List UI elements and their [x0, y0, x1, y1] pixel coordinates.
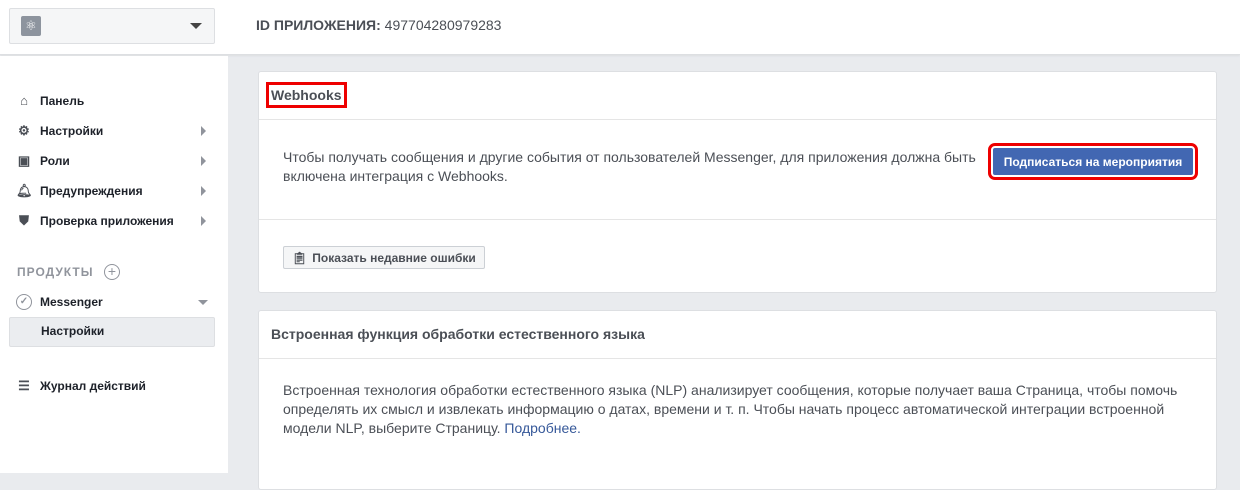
- divider: [259, 219, 1216, 220]
- gear-icon: ⚙: [18, 123, 30, 138]
- card-header: Встроенная функция обработки естественно…: [259, 311, 1216, 359]
- webhooks-title: Webhooks: [266, 82, 347, 108]
- label: Настройки: [40, 124, 104, 138]
- top-bar: ⚛ ID ПРИЛОЖЕНИЯ: 497704280979283: [0, 0, 1240, 55]
- sidebar-item-activity-log[interactable]: ☰ Журнал действий: [16, 378, 212, 394]
- clipboard-icon: 📋︎: [292, 250, 308, 265]
- bell-icon: 🔔︎: [16, 183, 33, 198]
- label: Messenger: [40, 295, 103, 309]
- label: Журнал действий: [40, 379, 146, 393]
- sidebar-item-settings[interactable]: ⚙ Настройки: [16, 123, 212, 139]
- webhooks-description: Чтобы получать сообщения и другие событи…: [283, 149, 976, 184]
- sidebar-item-roles[interactable]: ▣ Роли: [16, 153, 212, 169]
- list-icon: ☰: [18, 378, 30, 393]
- sidebar: ⌂ Панель ⚙ Настройки ▣ Роли 🔔︎ Предупреждени…: [0, 56, 228, 473]
- app-icon: ⚛: [21, 16, 41, 36]
- sidebar-item-alerts[interactable]: 🔔︎ Предупреждения: [16, 183, 212, 199]
- home-icon: ⌂: [20, 93, 28, 108]
- label: Показать недавние ошибки: [312, 250, 476, 265]
- roles-icon: ▣: [17, 153, 31, 168]
- app-id: ID ПРИЛОЖЕНИЯ: 497704280979283: [256, 17, 502, 33]
- nlp-description: Встроенная технология обработки естестве…: [283, 381, 1193, 438]
- label: Проверка приложения: [40, 214, 174, 228]
- check-circle-icon: ✓: [16, 294, 32, 310]
- chevron-right-icon: [201, 126, 206, 136]
- chevron-down-icon: [198, 300, 208, 305]
- chevron-right-icon: [201, 186, 206, 196]
- chevron-right-icon: [201, 156, 206, 166]
- text: Встроенная технология обработки естестве…: [283, 382, 1178, 436]
- learn-more-link[interactable]: Подробнее.: [504, 420, 581, 436]
- label: Панель: [40, 93, 85, 108]
- sidebar-item-messenger-settings[interactable]: Настройки: [9, 317, 215, 347]
- sidebar-item-dashboard[interactable]: ⌂ Панель: [16, 93, 212, 108]
- app-selector[interactable]: ⚛: [9, 8, 215, 44]
- shield-icon: ⛊: [19, 213, 29, 228]
- label: Предупреждения: [40, 184, 143, 198]
- nlp-title: Встроенная функция обработки естественно…: [271, 326, 645, 342]
- chevron-right-icon: [201, 216, 206, 226]
- card-header: Webhooks: [259, 72, 1216, 120]
- chevron-down-icon: [190, 23, 202, 29]
- add-product-icon[interactable]: +: [104, 264, 120, 280]
- label: Роли: [40, 154, 70, 168]
- show-recent-errors-button[interactable]: 📋︎ Показать недавние ошибки: [283, 246, 485, 269]
- nlp-card: Встроенная функция обработки естественно…: [258, 310, 1217, 490]
- sidebar-item-app-review[interactable]: ⛊ Проверка приложения: [16, 213, 212, 229]
- subscribe-button[interactable]: Подписаться на мероприятия: [988, 143, 1198, 180]
- sidebar-item-messenger[interactable]: ✓ Messenger: [16, 294, 212, 310]
- products-heading: ПРОДУКТЫ: [17, 265, 94, 279]
- webhooks-card: Webhooks Чтобы получать сообщения и друг…: [258, 71, 1217, 293]
